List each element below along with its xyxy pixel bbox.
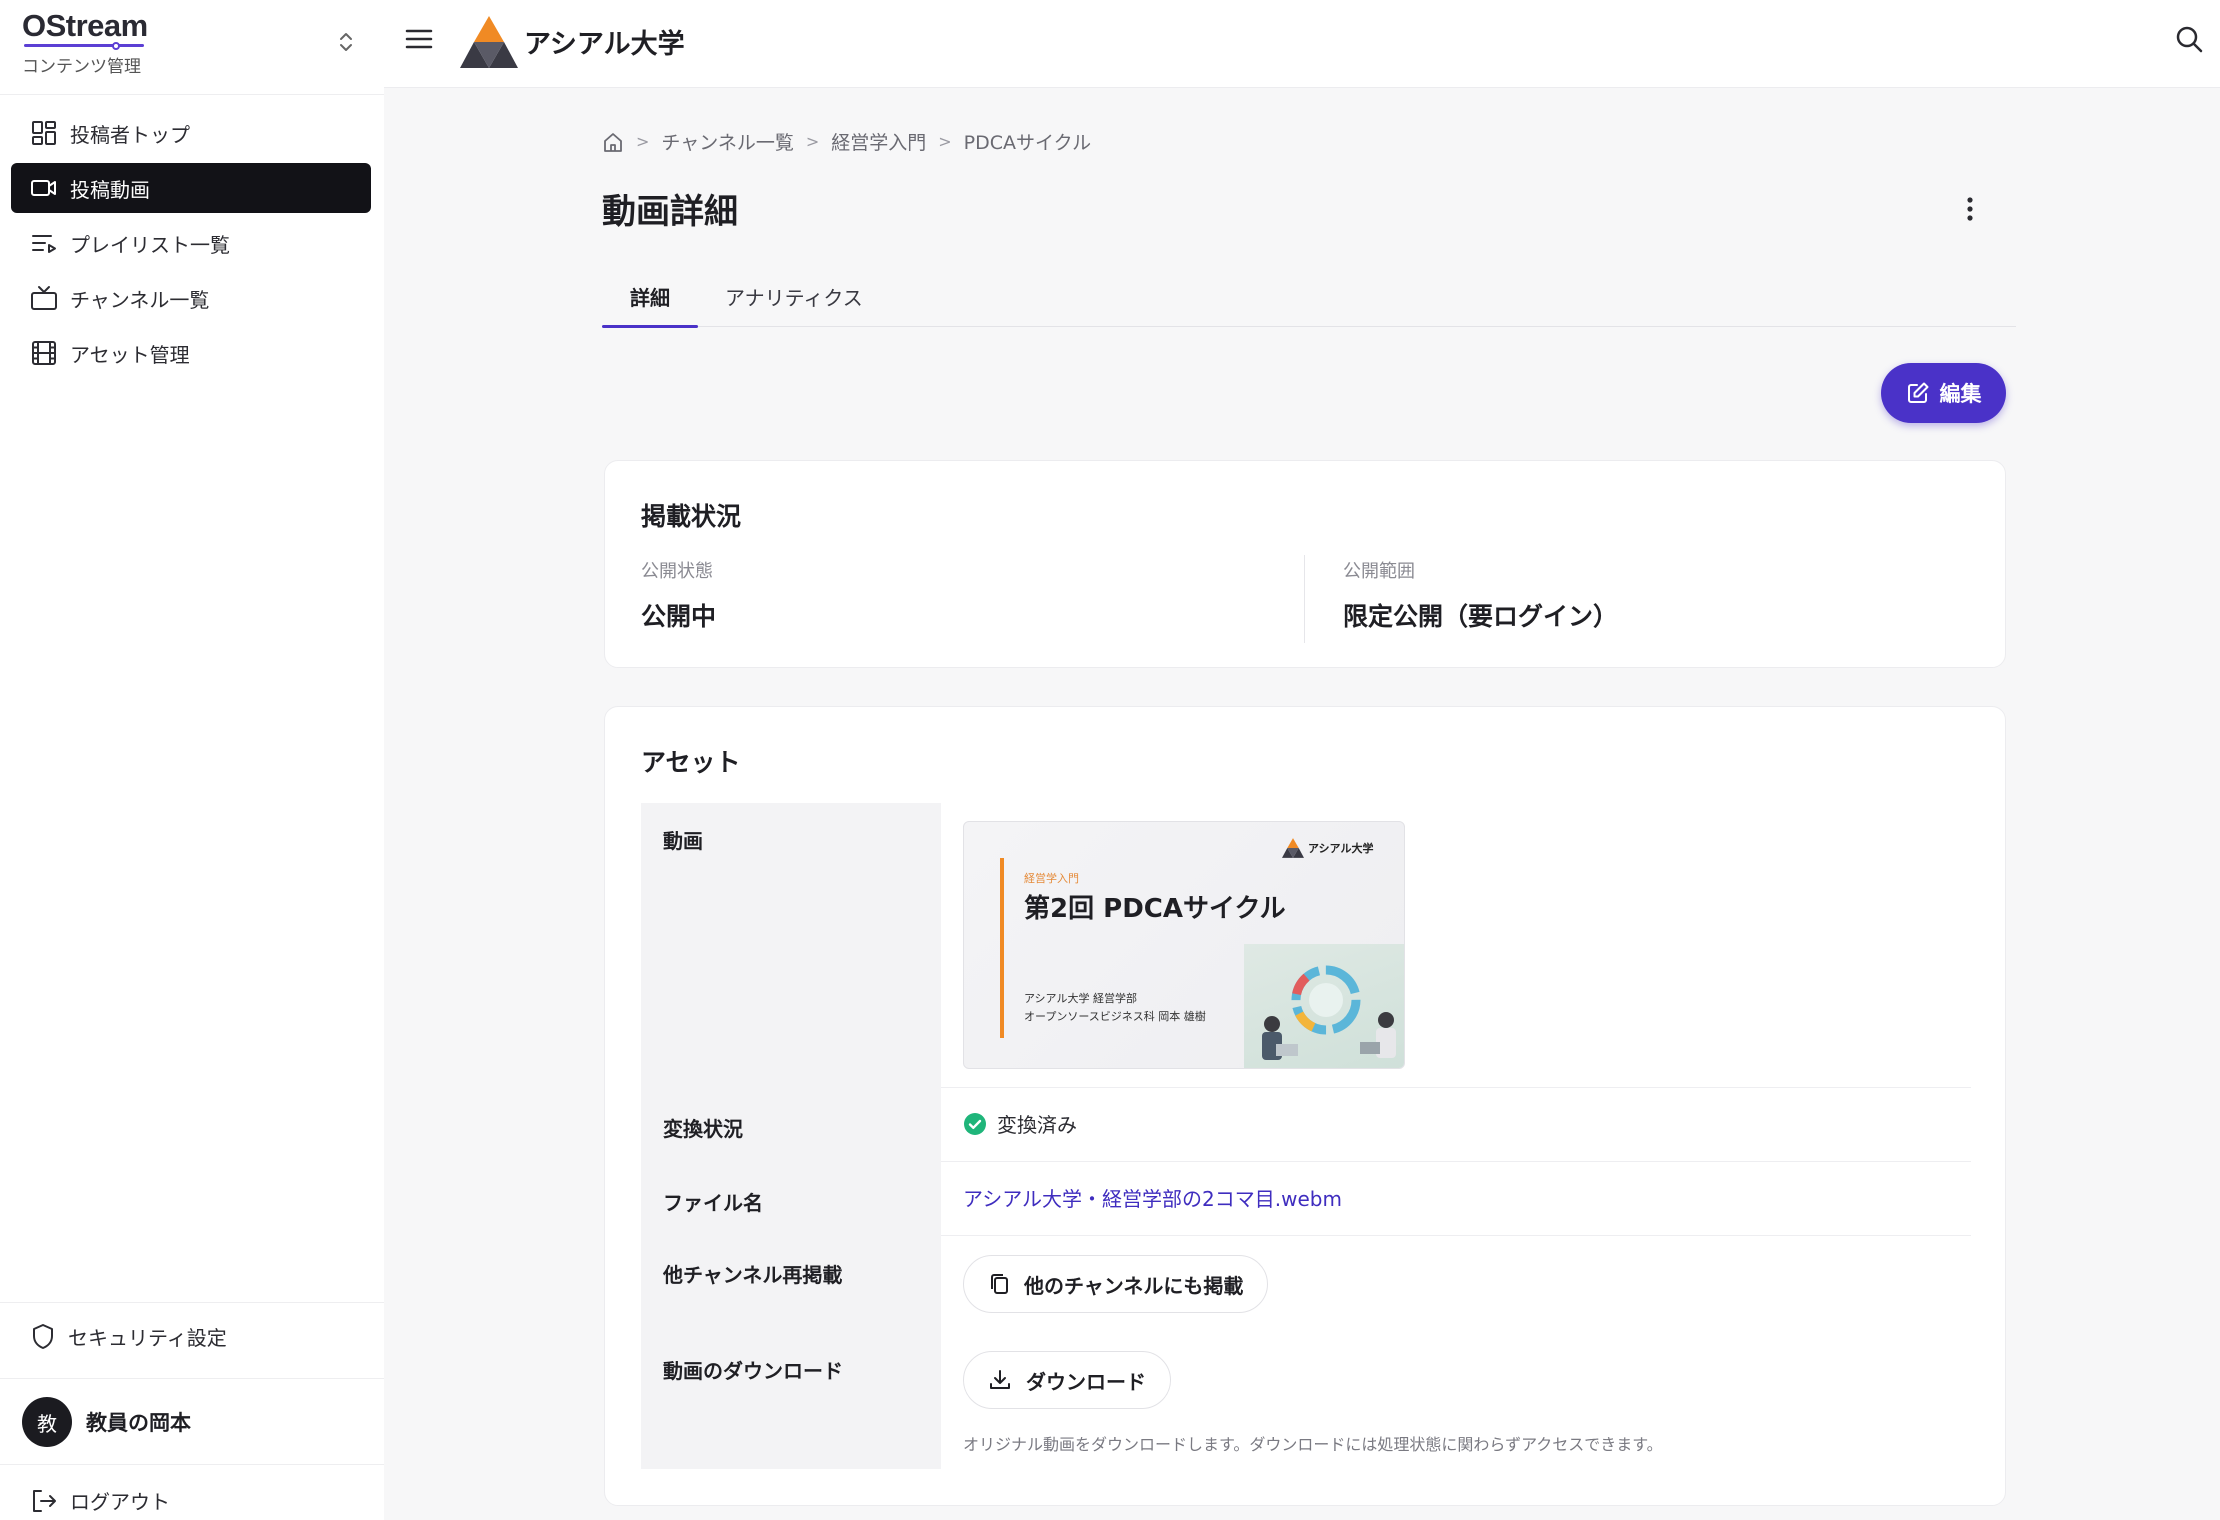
- tab-bar: 詳細 アナリティクス: [602, 270, 2016, 328]
- thumbnail-meta: オープンソースビジネス科 岡本 雄樹: [1024, 1010, 1206, 1023]
- sidebar-nav: 投稿者トップ 投稿動画 プレイリスト一覧 チャンネル一覧 アセット管理: [11, 108, 371, 383]
- sidebar-item-videos[interactable]: 投稿動画: [11, 163, 371, 213]
- conversion-status-text: 変換済み: [997, 1113, 1077, 1137]
- page-title: 動画詳細: [602, 192, 738, 232]
- repost-button[interactable]: 他のチャンネルにも掲載: [963, 1255, 1269, 1313]
- sidebar-item-label: チャンネル一覧: [70, 287, 210, 312]
- menu-icon[interactable]: [404, 24, 434, 54]
- breadcrumb-current: PDCAサイクル: [963, 132, 1092, 154]
- sidebar-item-label: 投稿動画: [70, 177, 150, 202]
- home-icon[interactable]: [602, 131, 624, 153]
- filename-link[interactable]: アシアル大学・経営学部の2コマ目.webm: [963, 1183, 1342, 1212]
- sidebar-item-label: 投稿者トップ: [70, 122, 190, 147]
- check-circle-icon: [963, 1112, 987, 1136]
- sidebar-item-label: アセット管理: [70, 342, 190, 367]
- breadcrumb: > チャンネル一覧 > 経営学入門 > PDCAサイクル: [602, 128, 1091, 155]
- sidebar-item-playlists[interactable]: プレイリスト一覧: [11, 218, 371, 268]
- video-thumbnail[interactable]: 経営学入門 第2回 PDCAサイクル アシアル大学 経営学部 オープンソースビジ…: [963, 821, 1405, 1069]
- breadcrumb-separator: >: [938, 132, 952, 151]
- divider: [941, 1235, 1971, 1236]
- film-icon: [30, 339, 58, 367]
- shield-icon: [30, 1323, 56, 1351]
- sidebar-item-creator-top[interactable]: 投稿者トップ: [11, 108, 371, 158]
- edit-icon: [1906, 381, 1930, 405]
- edit-button[interactable]: 編集: [1881, 363, 2006, 423]
- row-label-download: 動画のダウンロード: [663, 1359, 843, 1383]
- thumbnail-course: 経営学入門: [1024, 872, 1079, 885]
- brand-logo[interactable]: OStream コンテンツ管理: [22, 8, 148, 77]
- more-options-icon[interactable]: [1966, 196, 1974, 222]
- divider: [941, 1087, 1971, 1088]
- presenter-video-inset: [1244, 944, 1404, 1068]
- avatar: 教: [22, 1397, 72, 1447]
- card-title: アセット: [641, 748, 741, 777]
- row-label-filename: ファイル名: [663, 1191, 763, 1215]
- row-label-video: 動画: [663, 829, 703, 853]
- tab-analytics[interactable]: アナリティクス: [725, 282, 863, 311]
- tv-icon: [30, 284, 58, 312]
- sidebar-item-channels[interactable]: チャンネル一覧: [11, 273, 371, 323]
- status-label: 公開状態: [641, 561, 713, 582]
- sidebar-item-assets[interactable]: アセット管理: [11, 328, 371, 378]
- breadcrumb-separator: >: [636, 132, 650, 151]
- logout-icon: [30, 1488, 58, 1514]
- sidebar: OStream コンテンツ管理 投稿者トップ 投稿動画 プレイリスト一覧 チャン…: [0, 0, 384, 1520]
- app-subtitle: コンテンツ管理: [22, 57, 141, 77]
- search-icon[interactable]: [2174, 24, 2204, 54]
- download-button[interactable]: ダウンロード: [963, 1351, 1171, 1409]
- divider: [1304, 555, 1305, 643]
- accent-bar: [1000, 858, 1004, 1038]
- app-logo-text: OStream: [22, 8, 148, 43]
- download-icon: [988, 1368, 1012, 1392]
- dashboard-icon: [30, 119, 58, 147]
- breadcrumb-separator: >: [805, 132, 820, 151]
- scope-value: 限定公開（要ログイン）: [1343, 602, 1619, 631]
- user-name: 教員の岡本: [86, 1411, 191, 1435]
- copy-icon: [988, 1272, 1010, 1296]
- divider: [0, 1464, 384, 1465]
- card-title: 掲載状況: [641, 502, 742, 531]
- divider: [0, 94, 384, 95]
- scope-label: 公開範囲: [1343, 561, 1415, 582]
- sidebar-item-security[interactable]: セキュリティ設定: [30, 1322, 227, 1351]
- sidebar-item-label: プレイリスト一覧: [70, 232, 230, 257]
- app-logo: OStream: [22, 8, 148, 50]
- breadcrumb-link-course[interactable]: 経営学入門: [831, 128, 926, 155]
- status-value: 公開中: [641, 602, 717, 631]
- breadcrumb-link-channels[interactable]: チャンネル一覧: [661, 128, 793, 155]
- thumbnail-brand: アシアル大学: [1282, 838, 1373, 858]
- logout-label: ログアウト: [70, 1490, 170, 1514]
- conversion-status: 変換済み: [963, 1109, 1077, 1138]
- publish-status-card: 掲載状況 公開状態 公開中 公開範囲 限定公開（要ログイン）: [604, 460, 2006, 668]
- row-label-conversion: 変換状況: [663, 1117, 743, 1141]
- divider: [941, 1161, 1971, 1162]
- tab-details[interactable]: 詳細: [630, 282, 670, 311]
- logout-button[interactable]: ログアウト: [30, 1486, 170, 1515]
- divider: [0, 1302, 384, 1303]
- video-camera-icon: [30, 174, 58, 202]
- workspace-switcher-icon[interactable]: [336, 30, 356, 54]
- thumbnail-brand-text: アシアル大学: [1308, 842, 1374, 855]
- org-name: アシアル大学: [524, 29, 685, 60]
- divider: [0, 1378, 384, 1379]
- org-logo-icon: [460, 16, 518, 68]
- download-help-text: オリジナル動画をダウンロードします。ダウンロードには処理状態に関わらずアクセスで…: [963, 1435, 1663, 1454]
- edit-button-label: 編集: [1939, 382, 1982, 406]
- thumbnail-title: 第2回 PDCAサイクル: [1024, 894, 1286, 924]
- active-tab-indicator: [602, 325, 698, 328]
- user-profile[interactable]: 教 教員の岡本: [22, 1397, 191, 1447]
- repost-button-label: 他のチャンネルにも掲載: [1024, 1273, 1244, 1298]
- sidebar-item-label: セキュリティ設定: [68, 1326, 227, 1350]
- playlist-icon: [30, 229, 58, 257]
- thumbnail-meta: アシアル大学 経営学部: [1024, 992, 1137, 1005]
- download-button-label: ダウンロード: [1026, 1369, 1146, 1394]
- org-logo-icon: [1282, 838, 1304, 858]
- top-header: アシアル大学: [384, 0, 2220, 88]
- assets-card: アセット 動画 経営学入門 第2回 PDCAサイクル アシアル大学 経営学部 オ…: [604, 706, 2006, 1506]
- row-label-repost: 他チャンネル再掲載: [663, 1263, 843, 1287]
